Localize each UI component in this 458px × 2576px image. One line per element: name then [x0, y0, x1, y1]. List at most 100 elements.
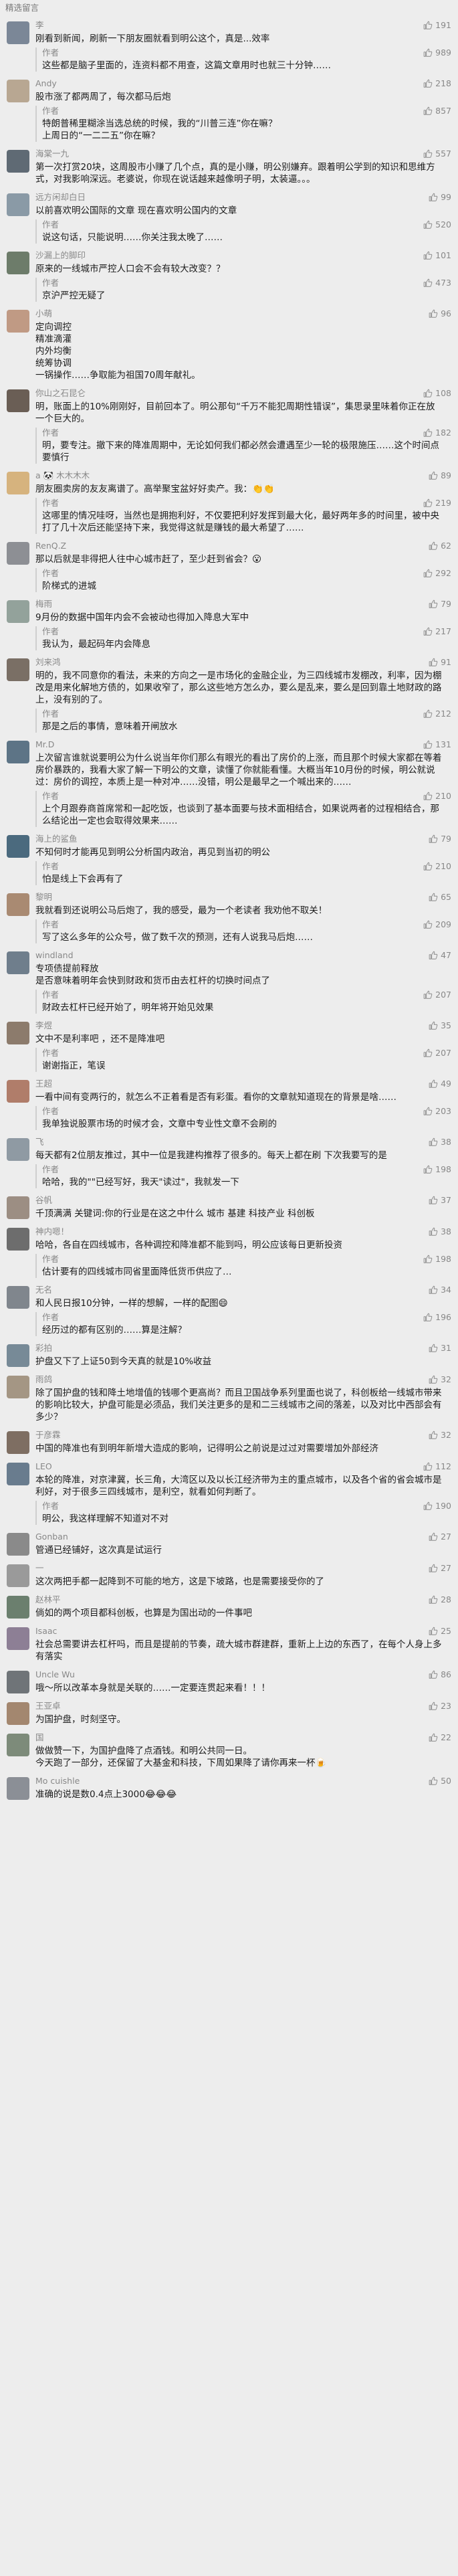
comment-item: 神内嗯！ 38 哈哈，各自在四线城市，各种调控和降准都不能到吗，明公应该每日更新…	[0, 1222, 458, 1281]
like-button[interactable]: 35	[429, 1020, 451, 1031]
like-button[interactable]: 31	[429, 1343, 451, 1354]
reply-like-button[interactable]: 198	[423, 1164, 451, 1175]
like-button[interactable]: 32	[429, 1374, 451, 1385]
avatar[interactable]	[7, 1080, 29, 1103]
like-count: 207	[435, 990, 451, 1000]
like-button[interactable]: 34	[429, 1285, 451, 1295]
avatar[interactable]	[7, 1734, 29, 1756]
avatar[interactable]	[7, 835, 29, 858]
like-button[interactable]: 38	[429, 1226, 451, 1237]
reply-like-button[interactable]: 203	[423, 1106, 451, 1117]
reply-like-button[interactable]: 857	[423, 106, 451, 116]
reply-like-button[interactable]: 196	[423, 1312, 451, 1323]
reply-like-button[interactable]: 210	[423, 861, 451, 872]
like-button[interactable]: 32	[429, 1430, 451, 1441]
like-button[interactable]: 101	[423, 250, 451, 261]
reply-like-button[interactable]: 473	[423, 278, 451, 288]
like-button[interactable]: 91	[429, 657, 451, 668]
reply-like-button[interactable]: 207	[423, 1048, 451, 1059]
like-button[interactable]: 218	[423, 78, 451, 89]
reply-like-button[interactable]: 217	[423, 626, 451, 637]
like-button[interactable]: 79	[429, 834, 451, 844]
like-button[interactable]: 62	[429, 541, 451, 551]
avatar[interactable]	[7, 600, 29, 623]
avatar[interactable]	[7, 1286, 29, 1309]
like-button[interactable]: 27	[429, 1532, 451, 1542]
like-button[interactable]: 86	[429, 1669, 451, 1680]
avatar[interactable]	[7, 193, 29, 216]
avatar[interactable]	[7, 1138, 29, 1161]
reply-like-button[interactable]: 190	[423, 1501, 451, 1511]
like-button[interactable]: 22	[429, 1732, 451, 1743]
like-button[interactable]: 108	[423, 388, 451, 399]
reply-like-button[interactable]: 182	[423, 428, 451, 438]
like-button[interactable]: 38	[429, 1137, 451, 1147]
avatar[interactable]	[7, 1702, 29, 1725]
avatar[interactable]	[7, 1596, 29, 1619]
like-button[interactable]: 99	[429, 192, 451, 203]
comment-header: RenQ.Z 62	[35, 541, 451, 551]
comment-text: 哈哈，各自在四线城市，各种调控和降准都不能到吗，明公应该每日更新投资	[35, 1240, 342, 1251]
reply-like-button[interactable]: 212	[423, 709, 451, 719]
avatar[interactable]	[7, 741, 29, 763]
reply-header: 作者 473	[42, 278, 451, 288]
like-button[interactable]: 65	[429, 892, 451, 903]
avatar[interactable]	[7, 21, 29, 44]
like-button[interactable]: 25	[429, 1626, 451, 1637]
thumbs-up-icon	[429, 471, 438, 480]
like-button[interactable]: 27	[429, 1563, 451, 1574]
like-button[interactable]: 96	[429, 308, 451, 319]
like-button[interactable]: 49	[429, 1079, 451, 1089]
like-button[interactable]: 112	[423, 1461, 451, 1472]
like-button[interactable]: 47	[429, 950, 451, 961]
avatar[interactable]	[7, 1022, 29, 1044]
avatar[interactable]	[7, 542, 29, 565]
like-button[interactable]: 50	[429, 1776, 451, 1786]
reply-like-button[interactable]: 219	[423, 498, 451, 509]
reply-like-button[interactable]: 210	[423, 791, 451, 802]
reply-like-button[interactable]: 989	[423, 48, 451, 58]
avatar[interactable]	[7, 1344, 29, 1367]
avatar[interactable]	[7, 252, 29, 274]
avatar[interactable]	[7, 310, 29, 333]
reply-like-button[interactable]: 209	[423, 919, 451, 930]
avatar[interactable]	[7, 951, 29, 974]
avatar[interactable]	[7, 1671, 29, 1693]
like-button[interactable]: 191	[423, 20, 451, 31]
like-count: 27	[441, 1532, 451, 1542]
avatar[interactable]	[7, 389, 29, 412]
like-button[interactable]: 28	[429, 1594, 451, 1605]
avatar[interactable]	[7, 1431, 29, 1454]
like-button[interactable]: 557	[423, 149, 451, 159]
avatar[interactable]	[7, 1376, 29, 1398]
reply-like-button[interactable]: 520	[423, 219, 451, 230]
comment-text: 以前喜欢明公国际的文章 现在喜欢明公国内的文章	[35, 205, 237, 216]
avatar[interactable]	[7, 893, 29, 916]
avatar[interactable]	[7, 1627, 29, 1650]
like-button[interactable]: 37	[429, 1195, 451, 1206]
avatar[interactable]	[7, 1564, 29, 1587]
comment-text: 每天都有2位朋友推过，其中一位是我建构推荐了很多的。每天上都在刷 下次我要写的是	[35, 1150, 387, 1161]
reply-like-button[interactable]: 207	[423, 990, 451, 1000]
avatar[interactable]	[7, 1228, 29, 1251]
like-button[interactable]: 79	[429, 599, 451, 610]
like-button[interactable]: 131	[423, 739, 451, 750]
like-count: 557	[435, 149, 451, 159]
reply-divider	[35, 791, 37, 827]
author-tag: 作者	[42, 278, 60, 288]
avatar[interactable]	[7, 1196, 29, 1219]
avatar[interactable]	[7, 1533, 29, 1556]
avatar[interactable]	[7, 150, 29, 173]
avatar[interactable]	[7, 1777, 29, 1800]
avatar[interactable]	[7, 472, 29, 494]
avatar[interactable]	[7, 658, 29, 681]
thumbs-up-icon	[423, 862, 433, 870]
avatar[interactable]	[7, 80, 29, 102]
avatar[interactable]	[7, 1463, 29, 1485]
like-button[interactable]: 23	[429, 1701, 451, 1712]
reply-like-button[interactable]: 198	[423, 1254, 451, 1265]
like-button[interactable]: 89	[429, 470, 451, 481]
thumbs-up-icon	[429, 1021, 438, 1030]
comment-item: 赵林平 28 倘如的两个项目都科创板，也算是为国出动的一件事吧	[0, 1590, 458, 1622]
reply-like-button[interactable]: 292	[423, 568, 451, 579]
